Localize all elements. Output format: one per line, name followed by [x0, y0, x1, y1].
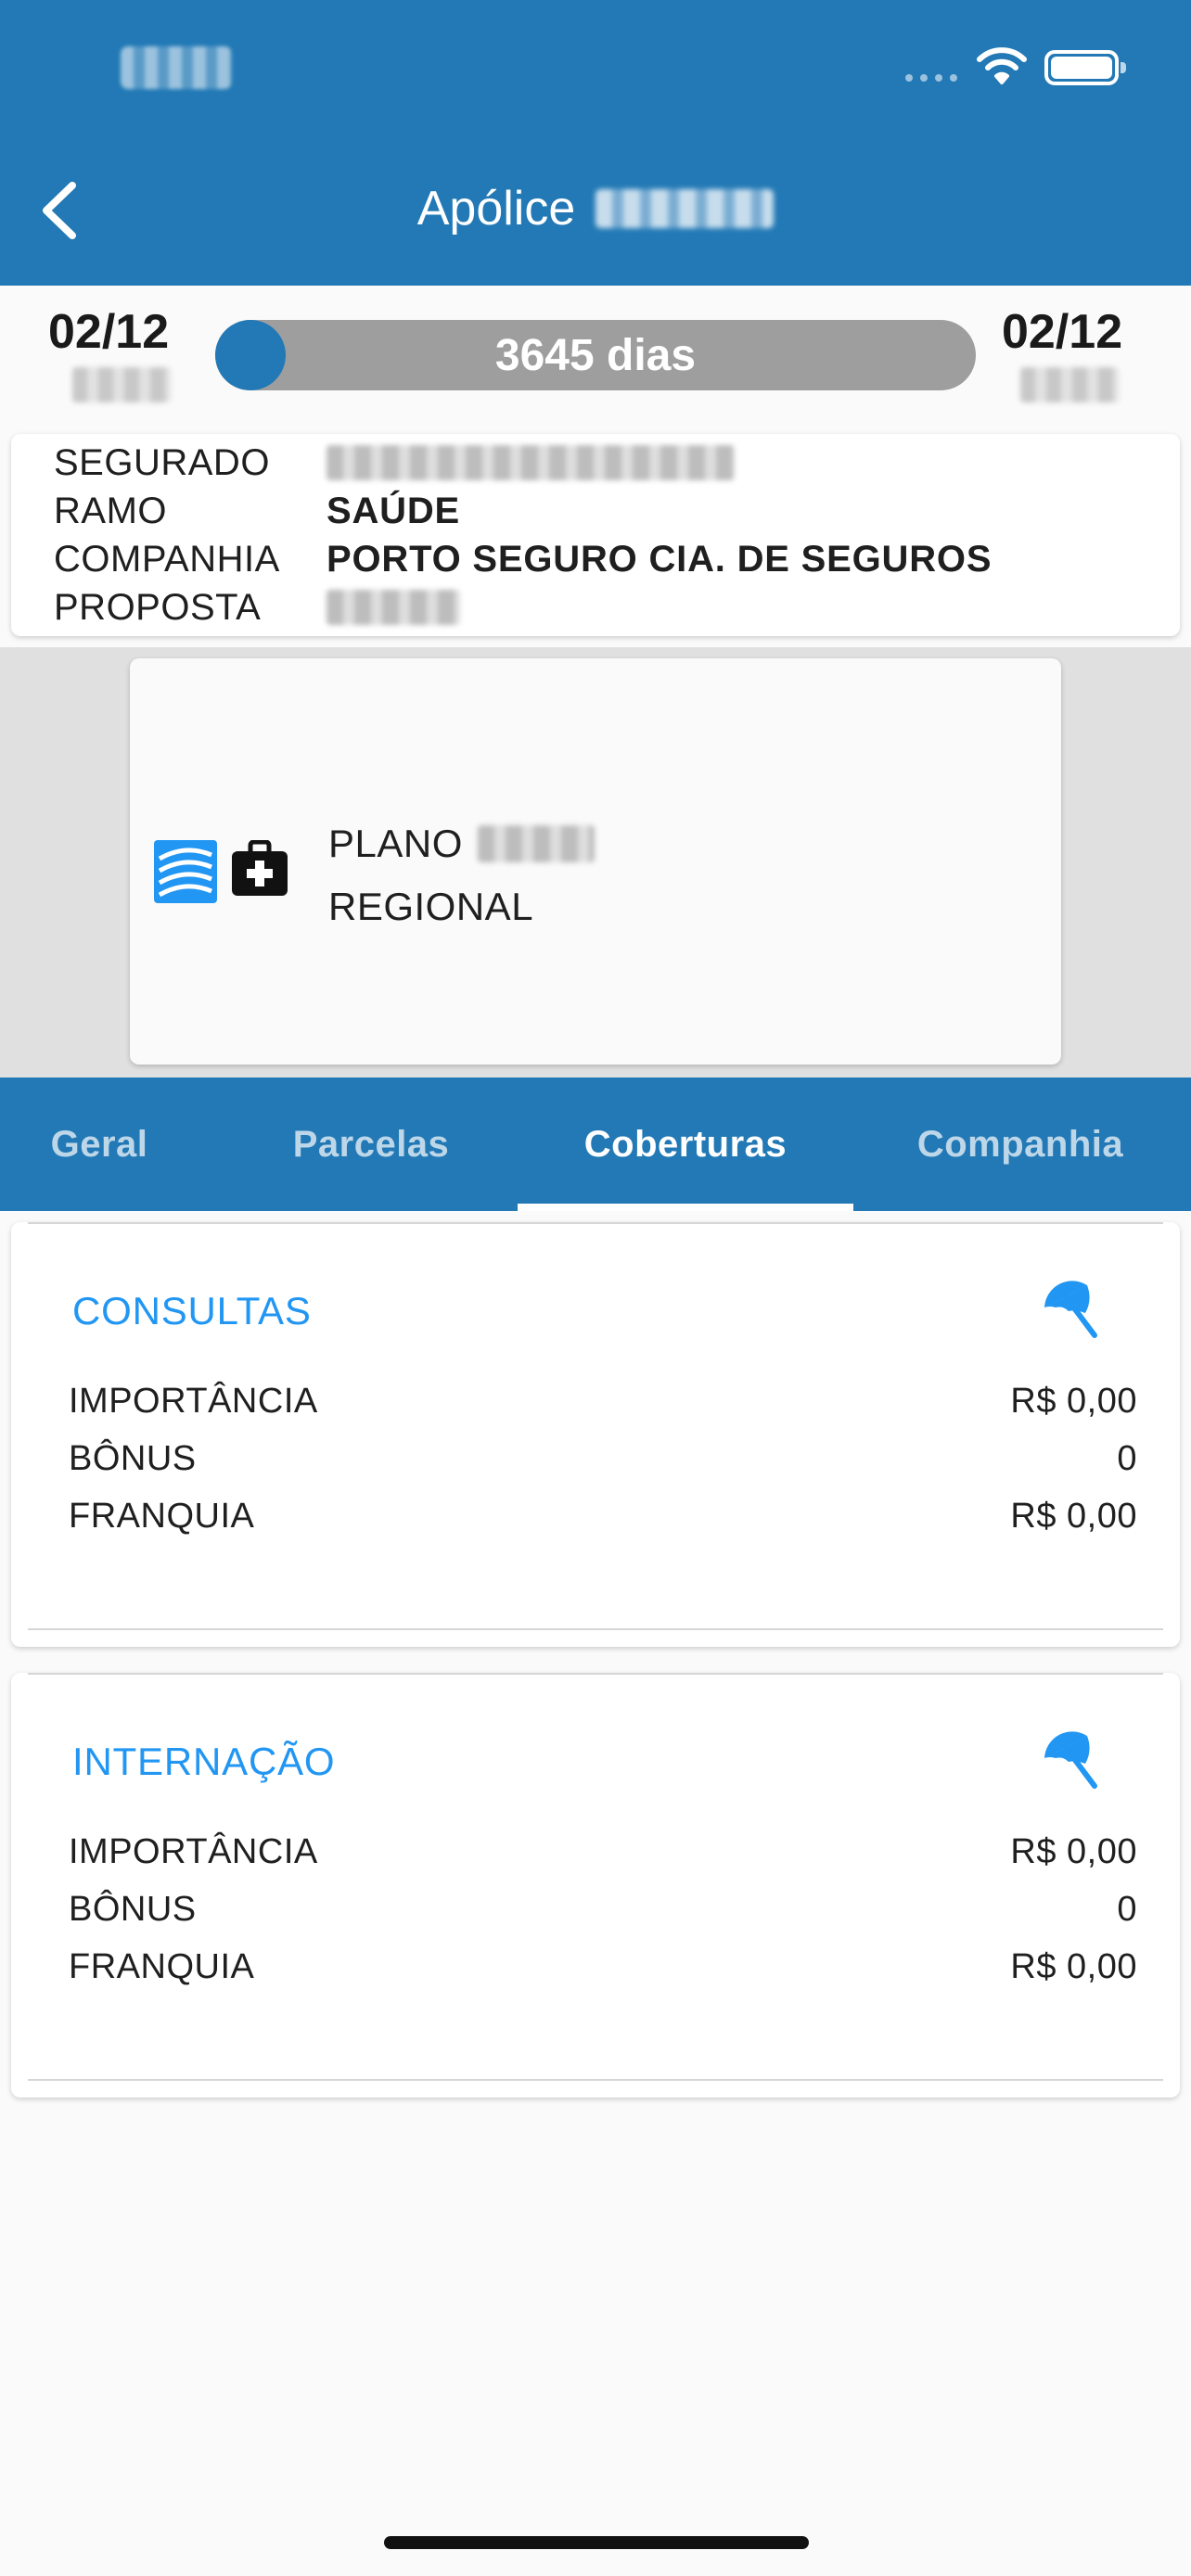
coverage-row-franquia: FRANQUIA R$ 0,00 — [69, 1944, 1137, 1990]
coverage-title: INTERNAÇÃO — [72, 1740, 336, 1783]
coverage-row-label: BÔNUS — [69, 1438, 197, 1478]
end-year-redacted — [1020, 367, 1119, 402]
info-row-ramo: RAMO SAÚDE — [54, 488, 460, 534]
coverage-row-bonus: BÔNUS 0 — [69, 1435, 1137, 1482]
info-row-segurado: SEGURADO — [54, 440, 735, 486]
page-title-container: Apólice — [0, 176, 1191, 241]
start-year-redacted — [72, 367, 171, 402]
umbrella-icon[interactable] — [1039, 1730, 1100, 1792]
tab-bar: Geral Parcelas Coberturas Companhia — [0, 1078, 1191, 1211]
coverage-row-value: R$ 0,00 — [1010, 1831, 1137, 1871]
umbrella-icon[interactable] — [1039, 1280, 1100, 1341]
tab-companhia[interactable]: Companhia — [890, 1078, 1150, 1211]
tab-parcelas[interactable]: Parcelas — [249, 1078, 493, 1211]
divider — [28, 2079, 1163, 2081]
coverage-row-label: IMPORTÂNCIA — [69, 1381, 318, 1421]
coverage-row-importancia: IMPORTÂNCIA R$ 0,00 — [69, 1829, 1137, 1875]
wifi-icon — [977, 47, 1027, 84]
home-indicator[interactable] — [384, 2536, 809, 2549]
policy-number-redacted — [596, 189, 775, 228]
info-value: PORTO SEGURO CIA. DE SEGUROS — [327, 538, 992, 580]
policy-progress-bar: 3645 dias — [215, 320, 976, 390]
coverage-row-label: IMPORTÂNCIA — [69, 1831, 318, 1871]
info-label: PROPOSTA — [54, 586, 262, 628]
info-label: SEGURADO — [54, 441, 270, 483]
coverage-row-value: R$ 0,00 — [1010, 1496, 1137, 1536]
coverage-row-label: FRANQUIA — [69, 1496, 255, 1536]
info-label: RAMO — [54, 490, 167, 531]
status-bar-time — [121, 46, 232, 89]
medical-kit-icon — [232, 840, 288, 896]
app-header: Apólice — [0, 0, 1191, 286]
info-label: COMPANHIA — [54, 538, 280, 580]
insured-name-redacted — [327, 445, 735, 480]
info-row-proposta: PROPOSTA — [54, 584, 460, 631]
plan-name: PLANO — [328, 822, 463, 865]
coverage-row-bonus: BÔNUS 0 — [69, 1886, 1137, 1932]
divider — [28, 1673, 1163, 1675]
divider — [28, 1628, 1163, 1630]
coverage-row-value: R$ 0,00 — [1010, 1381, 1137, 1421]
coverage-row-franquia: FRANQUIA R$ 0,00 — [69, 1493, 1137, 1539]
coverage-row-value: R$ 0,00 — [1010, 1946, 1137, 1986]
coverage-title: CONSULTAS — [72, 1289, 312, 1333]
cellular-signal-icon — [905, 74, 957, 82]
coverage-card-internacao: INTERNAÇÃO IMPORTÂNCIA R$ 0,00 BÔNUS 0 F… — [11, 1673, 1180, 2098]
proposal-number-redacted — [327, 590, 460, 625]
coverage-row-label: BÔNUS — [69, 1889, 197, 1929]
tab-coberturas[interactable]: Coberturas — [518, 1078, 853, 1211]
coverage-card-consultas: CONSULTAS IMPORTÂNCIA R$ 0,00 BÔNUS 0 FR… — [11, 1222, 1180, 1647]
plan-name-row: PLANO — [328, 822, 595, 866]
end-date: 02/12 — [1002, 305, 1123, 359]
policy-info-card: SEGURADO RAMO SAÚDE COMPANHIA PORTO SEGU… — [11, 434, 1180, 636]
coverage-row-label: FRANQUIA — [69, 1946, 255, 1986]
active-tab-indicator — [518, 1204, 853, 1211]
start-date: 02/12 — [48, 305, 170, 359]
divider — [28, 1222, 1163, 1224]
coverage-row-value: 0 — [1117, 1889, 1137, 1929]
plan-section: PLANO REGIONAL — [0, 647, 1191, 1078]
info-row-companhia: COMPANHIA PORTO SEGURO CIA. DE SEGUROS — [54, 536, 992, 582]
coverage-row-value: 0 — [1117, 1438, 1137, 1478]
page-title: Apólice — [416, 182, 576, 236]
duration-label: 3645 dias — [494, 330, 697, 380]
policy-timeline: 02/12 3645 dias 02/12 — [0, 286, 1191, 425]
info-value: SAÚDE — [327, 490, 461, 531]
plan-card[interactable]: PLANO REGIONAL — [130, 658, 1061, 1065]
plan-code-redacted — [477, 825, 595, 862]
coverage-row-importancia: IMPORTÂNCIA R$ 0,00 — [69, 1378, 1137, 1424]
battery-icon — [1044, 50, 1126, 85]
tab-geral[interactable]: Geral — [0, 1078, 198, 1211]
plan-region: REGIONAL — [328, 885, 534, 928]
porto-seguro-logo-icon — [154, 840, 217, 903]
